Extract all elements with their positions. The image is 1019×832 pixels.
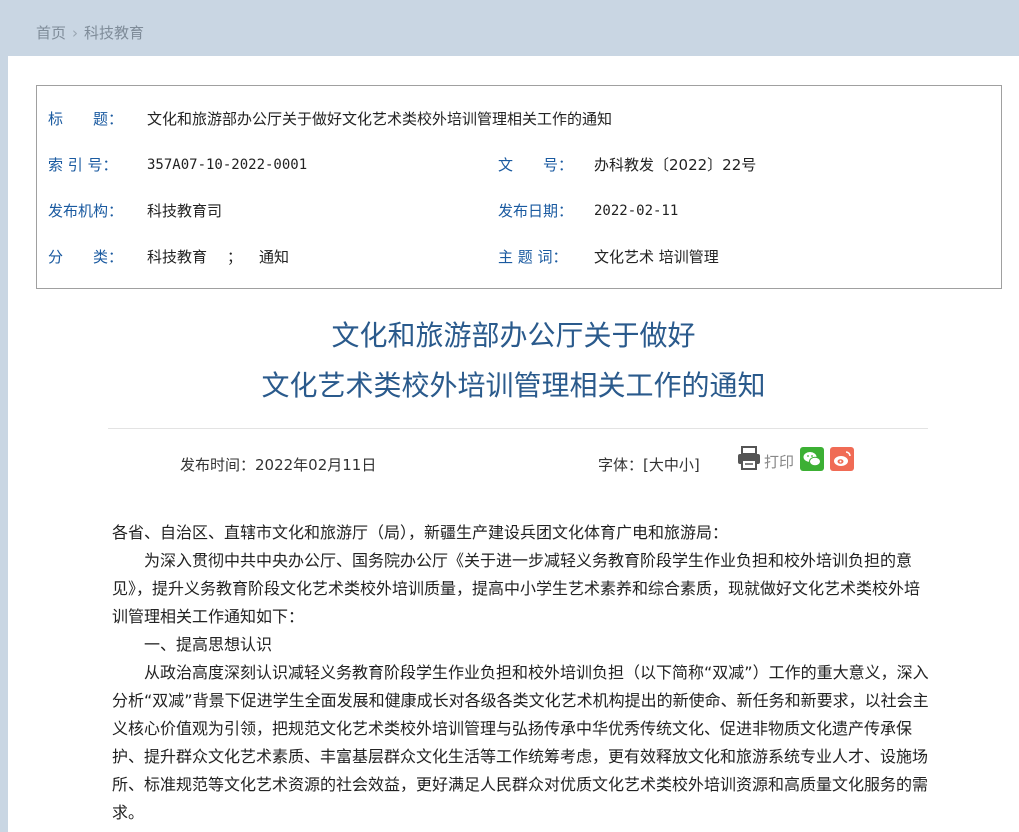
section-heading: 一、提高思想认识	[144, 635, 273, 654]
keywords-value: 文化艺术 培训管理	[594, 248, 719, 266]
article-title-line-2: 文化艺术类校外培训管理相关工作的通知	[261, 369, 766, 402]
title-divider	[108, 428, 928, 429]
org-value: 科技教育司	[147, 202, 223, 220]
title-value: 文化和旅游部办公厅关于做好文化艺术类校外培训管理相关工作的通知	[147, 110, 613, 128]
meta-row-title: 标 题： 文化和旅游部办公厅关于做好文化艺术类校外培训管理相关工作的通知	[37, 107, 1001, 131]
date-label: 发布日期：	[498, 202, 574, 220]
salutation-paragraph: 各省、自治区、直辖市文化和旅游厅（局），新疆生产建设兵团文化体育广电和旅游局：	[112, 523, 729, 542]
print-button[interactable]: 打印	[764, 451, 794, 472]
title-label: 标 题：	[48, 110, 124, 128]
body-paragraph: 为深入贯彻中共中央办公厅、国务院办公厅《关于进一步减轻义务教育阶段学生作业负担和…	[112, 551, 921, 626]
meta-row-index: 索 引 号： 357A07-10-2022-0001 文 号： 办科教发〔202…	[37, 153, 1001, 177]
metadata-box: 标 题： 文化和旅游部办公厅关于做好文化艺术类校外培训管理相关工作的通知 索 引…	[36, 85, 1002, 289]
meta-row-category: 分 类： 科技教育 ； 通知 主 题 词： 文化艺术 培训管理	[37, 245, 1001, 269]
body-paragraph: 从政治高度深刻认识减轻义务教育阶段学生作业负担和校外培训负担（以下简称“双减”）…	[112, 663, 929, 822]
index-label: 索 引 号：	[48, 156, 118, 174]
content-page: 标 题： 文化和旅游部办公厅关于做好文化艺术类校外培训管理相关工作的通知 索 引…	[8, 56, 1019, 832]
index-value: 357A07-10-2022-0001	[147, 157, 308, 173]
date-value: 2022-02-11	[594, 203, 679, 219]
docno-value: 办科教发〔2022〕22号	[594, 156, 757, 174]
publish-time: 发布时间：2022年02月11日	[180, 456, 377, 474]
breadcrumb: 首页 › 科技教育	[36, 22, 144, 43]
breadcrumb-current-link[interactable]: 科技教育	[84, 24, 144, 42]
printer-icon[interactable]	[736, 445, 762, 471]
category-value-1: 科技教育	[147, 248, 208, 266]
weibo-icon[interactable]	[830, 447, 854, 471]
docno-label: 文 号：	[498, 156, 574, 174]
font-size-selector[interactable]: 字体：[大中小]	[598, 454, 700, 475]
article-title-line-1: 文化和旅游部办公厅关于做好	[331, 319, 696, 352]
keywords-label: 主 题 词：	[498, 248, 568, 266]
wechat-icon[interactable]	[800, 447, 824, 471]
org-label: 发布机构：	[48, 202, 124, 220]
category-separator: ；	[227, 248, 243, 266]
category-label: 分 类：	[48, 248, 124, 266]
breadcrumb-separator: ›	[72, 24, 79, 42]
article-body: 各省、自治区、直辖市文化和旅游厅（局），新疆生产建设兵团文化体育广电和旅游局： …	[112, 519, 930, 827]
breadcrumb-home-link[interactable]: 首页	[36, 24, 66, 42]
category-value-2: 通知	[259, 248, 290, 266]
meta-row-org: 发布机构： 科技教育司 发布日期： 2022-02-11	[37, 199, 1001, 223]
